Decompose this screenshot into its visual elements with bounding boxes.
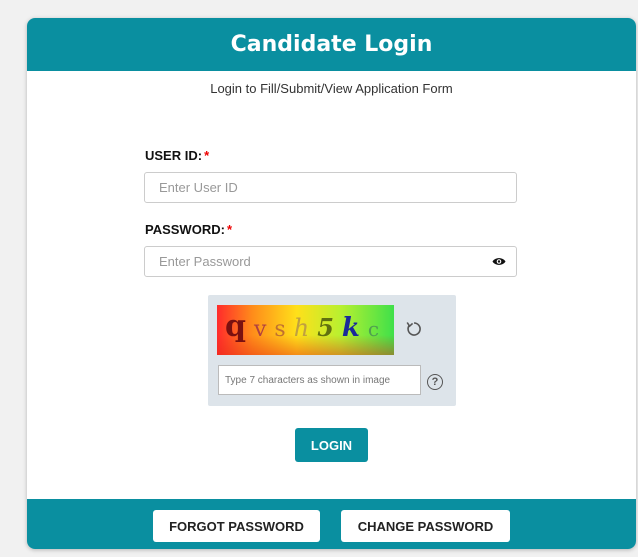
subtitle: Login to Fill/Submit/View Application Fo… — [210, 81, 453, 96]
password-label: PASSWORD: * — [145, 222, 232, 237]
page-title: Candidate Login — [230, 32, 433, 57]
required-mark: * — [204, 148, 210, 163]
captcha-input[interactable]: Type 7 characters as shown in image — [218, 365, 421, 395]
captcha-image: qvsh5kc — [217, 305, 394, 355]
login-button[interactable]: LOGIN — [295, 428, 368, 462]
password-input[interactable]: Enter Password — [144, 246, 517, 277]
help-glyph: ? — [431, 376, 439, 388]
card-header: Candidate Login — [27, 18, 636, 71]
user-id-label: USER ID: * — [145, 148, 209, 163]
refresh-icon[interactable] — [405, 320, 423, 338]
change-password-button[interactable]: CHANGE PASSWORD — [341, 510, 510, 542]
captcha-panel: qvsh5kc Type 7 characters as shown in im… — [208, 295, 456, 406]
eye-icon[interactable] — [492, 256, 506, 267]
captcha-char: v — [253, 317, 267, 342]
password-label-text: PASSWORD: — [145, 222, 225, 237]
captcha-characters: qvsh5kc — [225, 309, 379, 344]
password-placeholder: Enter Password — [159, 254, 251, 269]
captcha-char: k — [341, 313, 360, 343]
user-id-input[interactable]: Enter User ID — [144, 172, 517, 203]
captcha-char: 5 — [317, 313, 334, 342]
user-id-placeholder: Enter User ID — [159, 180, 238, 195]
captcha-char: s — [274, 317, 286, 342]
login-card: Candidate Login Login to Fill/Submit/Vie… — [27, 18, 636, 549]
change-password-label: CHANGE PASSWORD — [357, 518, 494, 534]
forgot-password-button[interactable]: FORGOT PASSWORD — [153, 510, 320, 542]
captcha-input-placeholder: Type 7 characters as shown in image — [225, 374, 391, 386]
captcha-char: h — [293, 314, 310, 342]
card-footer: FORGOT PASSWORD CHANGE PASSWORD — [27, 499, 636, 549]
captcha-char: q — [225, 309, 246, 344]
required-mark: * — [226, 222, 232, 237]
captcha-char: c — [367, 317, 380, 341]
user-id-label-text: USER ID: — [145, 148, 203, 163]
login-button-label: LOGIN — [310, 437, 353, 453]
forgot-password-label: FORGOT PASSWORD — [169, 518, 304, 534]
question-circle-icon[interactable]: ? — [427, 374, 443, 390]
